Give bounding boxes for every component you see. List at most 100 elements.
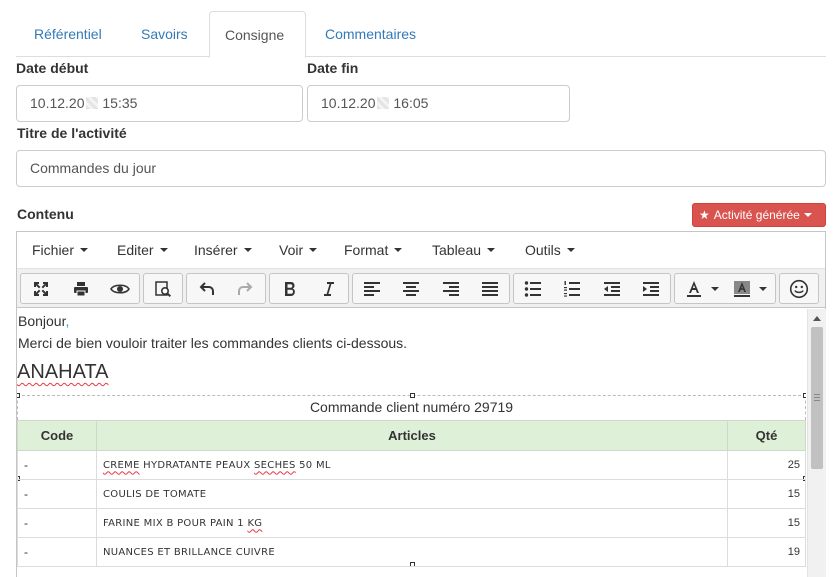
text-color-button[interactable] (679, 274, 725, 303)
indent-icon[interactable] (633, 274, 669, 303)
misspelled-word: KG (247, 517, 263, 529)
chevron-down-icon (80, 248, 89, 252)
redacted-mask (376, 97, 389, 109)
cell-code: - (17, 479, 97, 509)
misspelled-word: SECHES (254, 459, 296, 471)
table-row: - NUANCES ET BRILLANCE CUIVRE 19 (17, 537, 806, 567)
chevron-down-icon (159, 248, 168, 252)
menu-inserer-label: Insérer (194, 242, 238, 258)
align-right-icon[interactable] (433, 274, 469, 303)
chevron-down-icon (566, 248, 575, 252)
menu-fichier[interactable]: Fichier (32, 232, 89, 269)
activite-generee-button[interactable]: ★ Activité générée (692, 203, 826, 227)
scrollbar-thumb[interactable] (811, 327, 823, 469)
scroll-up-arrow-icon[interactable] (813, 316, 821, 321)
cell-article: FARINE MIX B POUR PAIN 1 KG (96, 508, 728, 538)
menu-tableau-label: Tableau (432, 242, 482, 258)
table-row: - FARINE MIX B POUR PAIN 1 KG 15 (17, 508, 806, 538)
tab-bar: Référentiel Savoirs Consigne Commentaire… (16, 11, 826, 58)
table-row: - COULIS DE TOMATE 15 (17, 479, 806, 509)
menu-editer[interactable]: Editer (117, 232, 168, 269)
table-caption-text: Commande client numéro 29719 (309, 399, 514, 415)
editor-content-area[interactable]: Bonjour, Merci de bien vouloir traiter l… (17, 309, 806, 577)
menu-outils-label: Outils (525, 242, 561, 258)
contenu-label: Contenu (17, 206, 74, 222)
resize-handle[interactable] (410, 393, 415, 398)
chevron-down-icon (309, 248, 318, 252)
toolbar-group-colors (674, 273, 776, 304)
editor-toolbar (17, 269, 825, 308)
align-center-icon[interactable] (393, 274, 429, 303)
cell-code: - (17, 450, 97, 480)
align-left-icon[interactable] (354, 274, 390, 303)
tab-referentiel[interactable]: Référentiel (19, 11, 117, 57)
date-debut-label: Date début (16, 60, 89, 76)
misspelled-word: CREME (103, 459, 140, 471)
tab-savoirs[interactable]: Savoirs (126, 11, 203, 57)
emoticon-icon[interactable] (781, 274, 817, 303)
customer-heading: ANAHATA (17, 361, 109, 383)
star-icon: ★ (699, 208, 710, 222)
cell-qty: 15 (727, 508, 806, 538)
cell-article: CREME HYDRATANTE PEAUX SECHES 50 ML (96, 450, 728, 480)
redo-icon[interactable] (227, 274, 263, 303)
menu-outils[interactable]: Outils (525, 232, 575, 269)
menu-format-label: Format (344, 242, 389, 258)
resize-handle[interactable] (17, 393, 20, 398)
toolbar-group-lists (513, 273, 671, 304)
menu-voir[interactable]: Voir (279, 232, 318, 269)
chevron-down-icon (803, 213, 812, 217)
find-replace-icon[interactable] (145, 274, 181, 303)
rich-text-editor: Fichier Editer Insérer Voir Format Table… (16, 231, 826, 577)
outdent-icon[interactable] (594, 274, 630, 303)
bold-icon[interactable] (272, 274, 308, 303)
background-color-button[interactable] (727, 274, 773, 303)
date-debut-input[interactable]: 10.12.20 15:35 (16, 85, 303, 122)
toolbar-group-emoticons (779, 273, 819, 304)
editor-menubar: Fichier Editer Insérer Voir Format Table… (17, 232, 825, 269)
menu-format[interactable]: Format (344, 232, 403, 269)
redacted-mask (85, 97, 98, 109)
activite-generee-label: Activité générée (713, 208, 800, 222)
chevron-down-icon (487, 248, 496, 252)
preview-icon[interactable] (102, 274, 138, 303)
greeting-text: Bonjour, (18, 313, 69, 329)
italic-icon[interactable] (310, 274, 346, 303)
menu-tableau[interactable]: Tableau (432, 232, 496, 269)
grip-line (814, 400, 820, 401)
numbered-list-icon[interactable] (554, 274, 590, 303)
align-justify-icon[interactable] (472, 274, 508, 303)
menu-editer-label: Editer (117, 242, 154, 258)
toolbar-group-align (352, 273, 510, 304)
date-fin-input[interactable]: 10.12.20 16:05 (307, 85, 570, 122)
titre-input[interactable]: Commandes du jour (16, 150, 826, 187)
cell-code: - (17, 508, 97, 538)
menu-fichier-label: Fichier (32, 242, 75, 258)
text-color-icon (687, 280, 701, 297)
column-header-articles: Articles (96, 420, 728, 451)
tab-consigne[interactable]: Consigne (209, 11, 306, 58)
editor-scrollbar[interactable] (807, 309, 826, 577)
tab-commentaires[interactable]: Commentaires (310, 11, 431, 57)
toolbar-group-view (20, 273, 140, 304)
greeting-punct: , (65, 313, 70, 329)
resize-handle[interactable] (803, 393, 806, 398)
column-header-qte: Qté (727, 420, 806, 451)
intro-text: Merci de bien vouloir traiter les comman… (18, 335, 408, 351)
chevron-down-icon (394, 248, 403, 252)
date-debut-prefix: 10.12.20 (30, 95, 85, 111)
menu-inserer[interactable]: Insérer (194, 232, 252, 269)
titre-label: Titre de l'activité (17, 125, 127, 141)
cell-qty: 25 (727, 450, 806, 480)
background-color-icon (734, 280, 750, 297)
print-icon[interactable] (63, 274, 99, 303)
bullet-list-icon[interactable] (515, 274, 551, 303)
date-debut-time: 15:35 (98, 95, 138, 111)
grip-line (814, 394, 820, 395)
fullscreen-icon[interactable] (23, 274, 59, 303)
undo-icon[interactable] (189, 274, 225, 303)
grip-line (814, 397, 820, 398)
toolbar-group-search (143, 273, 183, 304)
chevron-down-icon (243, 248, 252, 252)
cell-code: - (17, 537, 97, 567)
